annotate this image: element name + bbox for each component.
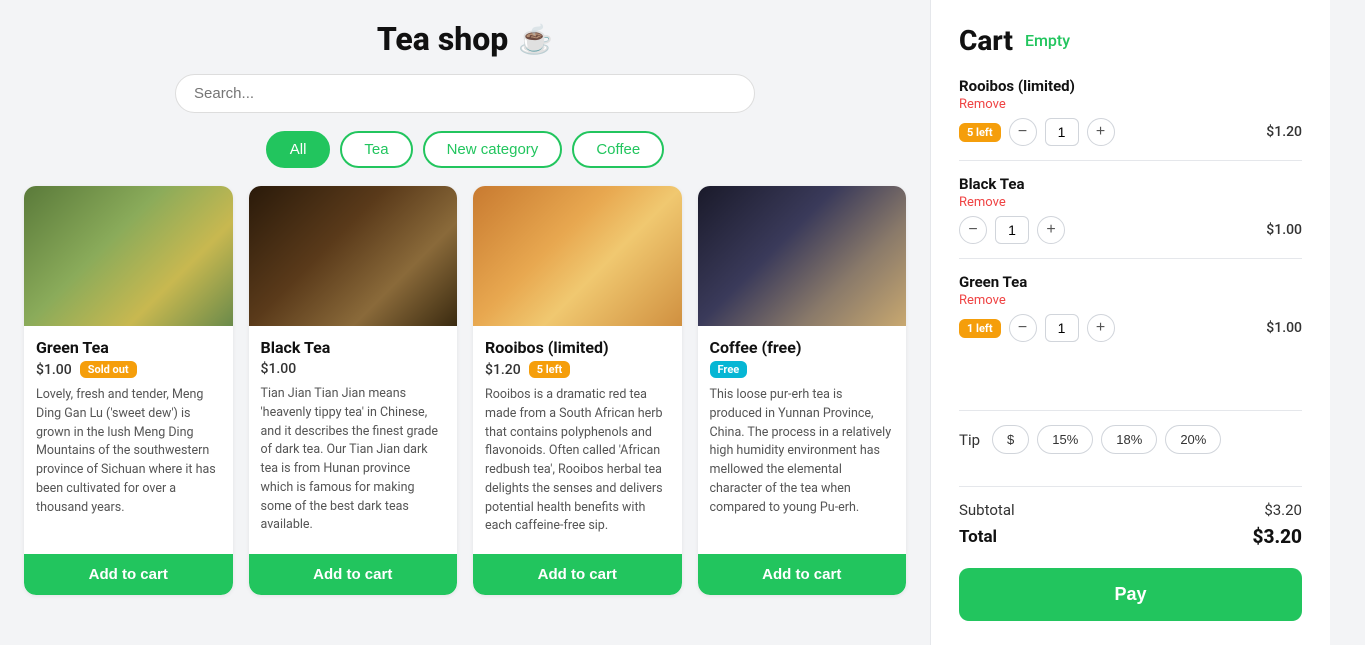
cart-item-name-rooibos: Rooibos (limited) [959, 77, 1302, 95]
product-desc-black-tea: Tian Jian Tian Jian means 'heavenly tipp… [261, 385, 446, 535]
filter-all[interactable]: All [266, 131, 331, 168]
add-to-cart-rooibos[interactable]: Add to cart [473, 554, 682, 595]
product-name-rooibos: Rooibos (limited) [485, 338, 670, 357]
shop-title-text: Tea shop [377, 20, 508, 58]
product-desc-coffee: This loose pur-erh tea is produced in Yu… [710, 386, 895, 517]
cart-item-remove-green-tea[interactable]: Remove [959, 293, 1302, 308]
product-badge-rooibos: 5 left [529, 361, 571, 378]
total-row: Total $3.20 [959, 525, 1302, 548]
product-card-coffee: Coffee (free) Free This loose pur-erh te… [698, 186, 907, 595]
cart-item-black-tea: Black Tea Remove − + $1.00 [959, 175, 1302, 244]
product-name-green-tea: Green Tea [36, 338, 221, 357]
qty-input-green-tea[interactable] [1045, 314, 1079, 342]
tip-15-btn[interactable]: 15% [1037, 425, 1093, 454]
cart-item-price-rooibos: $1.20 [1266, 124, 1302, 140]
filter-coffee[interactable]: Coffee [572, 131, 664, 168]
tip-dollar-btn[interactable]: $ [992, 425, 1029, 454]
subtotal-label: Subtotal [959, 501, 1015, 519]
cart-empty-label: Empty [1025, 31, 1070, 50]
qty-increase-green-tea[interactable]: + [1087, 314, 1115, 342]
total-value: $3.20 [1253, 525, 1302, 548]
add-to-cart-black-tea[interactable]: Add to cart [249, 554, 458, 595]
tip-row: Tip $ 15% 18% 20% [959, 425, 1302, 454]
filter-row: All Tea New category Coffee [24, 131, 906, 168]
tea-icon: ☕ [518, 23, 553, 56]
cart-item-rooibos: Rooibos (limited) Remove 5 left − + $1.2… [959, 77, 1302, 146]
product-image-black-tea [249, 186, 458, 326]
product-desc-rooibos: Rooibos is a dramatic red tea made from … [485, 386, 670, 536]
cart-panel: Cart Empty Rooibos (limited) Remove 5 le… [930, 0, 1330, 645]
cart-item-remove-rooibos[interactable]: Remove [959, 97, 1302, 112]
qty-increase-black-tea[interactable]: + [1037, 216, 1065, 244]
product-card-green-tea: Green Tea $1.00 Sold out Lovely, fresh a… [24, 186, 233, 595]
tip-20-btn[interactable]: 20% [1165, 425, 1221, 454]
product-name-coffee: Coffee (free) [710, 338, 895, 357]
qty-decrease-rooibos[interactable]: − [1009, 118, 1037, 146]
product-name-black-tea: Black Tea [261, 338, 446, 357]
cart-title: Cart [959, 24, 1013, 57]
product-badge-green-tea: Sold out [80, 361, 137, 378]
pay-button[interactable]: Pay [959, 568, 1302, 621]
subtotal-row: Subtotal $3.20 [959, 501, 1302, 519]
add-to-cart-coffee[interactable]: Add to cart [698, 554, 907, 595]
product-desc-green-tea: Lovely, fresh and tender, Meng Ding Gan … [36, 386, 221, 517]
divider-1 [959, 160, 1302, 161]
cart-item-price-green-tea: $1.00 [1266, 320, 1302, 336]
product-price-black-tea: $1.00 [261, 361, 297, 377]
qty-input-rooibos[interactable] [1045, 118, 1079, 146]
divider-subtotal [959, 486, 1302, 487]
cart-item-price-black-tea: $1.00 [1266, 222, 1302, 238]
product-image-coffee [698, 186, 907, 326]
page-title: Tea shop ☕ [24, 20, 906, 58]
product-image-green-tea [24, 186, 233, 326]
product-card-black-tea: Black Tea $1.00 Tian Jian Tian Jian mean… [249, 186, 458, 595]
cart-item-name-green-tea: Green Tea [959, 273, 1302, 291]
divider-tip [959, 410, 1302, 411]
qty-decrease-black-tea[interactable]: − [959, 216, 987, 244]
cart-items-list: Rooibos (limited) Remove 5 left − + $1.2… [959, 77, 1302, 396]
product-badge-coffee: Free [710, 361, 748, 378]
cart-item-badge-rooibos: 5 left [959, 123, 1001, 142]
add-to-cart-green-tea[interactable]: Add to cart [24, 554, 233, 595]
cart-item-remove-black-tea[interactable]: Remove [959, 195, 1302, 210]
product-card-rooibos: Rooibos (limited) $1.20 5 left Rooibos i… [473, 186, 682, 595]
qty-input-black-tea[interactable] [995, 216, 1029, 244]
product-price-rooibos: $1.20 [485, 362, 521, 378]
main-area: Tea shop ☕ All Tea New category Coffee G… [0, 0, 930, 645]
cart-item-name-black-tea: Black Tea [959, 175, 1302, 193]
cart-item-green-tea: Green Tea Remove 1 left − + $1.00 [959, 273, 1302, 342]
tip-18-btn[interactable]: 18% [1101, 425, 1157, 454]
product-price-green-tea: $1.00 [36, 362, 72, 378]
filter-new-category[interactable]: New category [423, 131, 563, 168]
divider-2 [959, 258, 1302, 259]
product-image-rooibos [473, 186, 682, 326]
total-label: Total [959, 527, 997, 547]
qty-increase-rooibos[interactable]: + [1087, 118, 1115, 146]
search-input[interactable] [175, 74, 755, 113]
subtotal-value: $3.20 [1264, 501, 1302, 519]
tip-label: Tip [959, 431, 980, 449]
filter-tea[interactable]: Tea [340, 131, 412, 168]
qty-decrease-green-tea[interactable]: − [1009, 314, 1037, 342]
cart-item-badge-green-tea: 1 left [959, 319, 1001, 338]
products-grid: Green Tea $1.00 Sold out Lovely, fresh a… [24, 186, 906, 595]
